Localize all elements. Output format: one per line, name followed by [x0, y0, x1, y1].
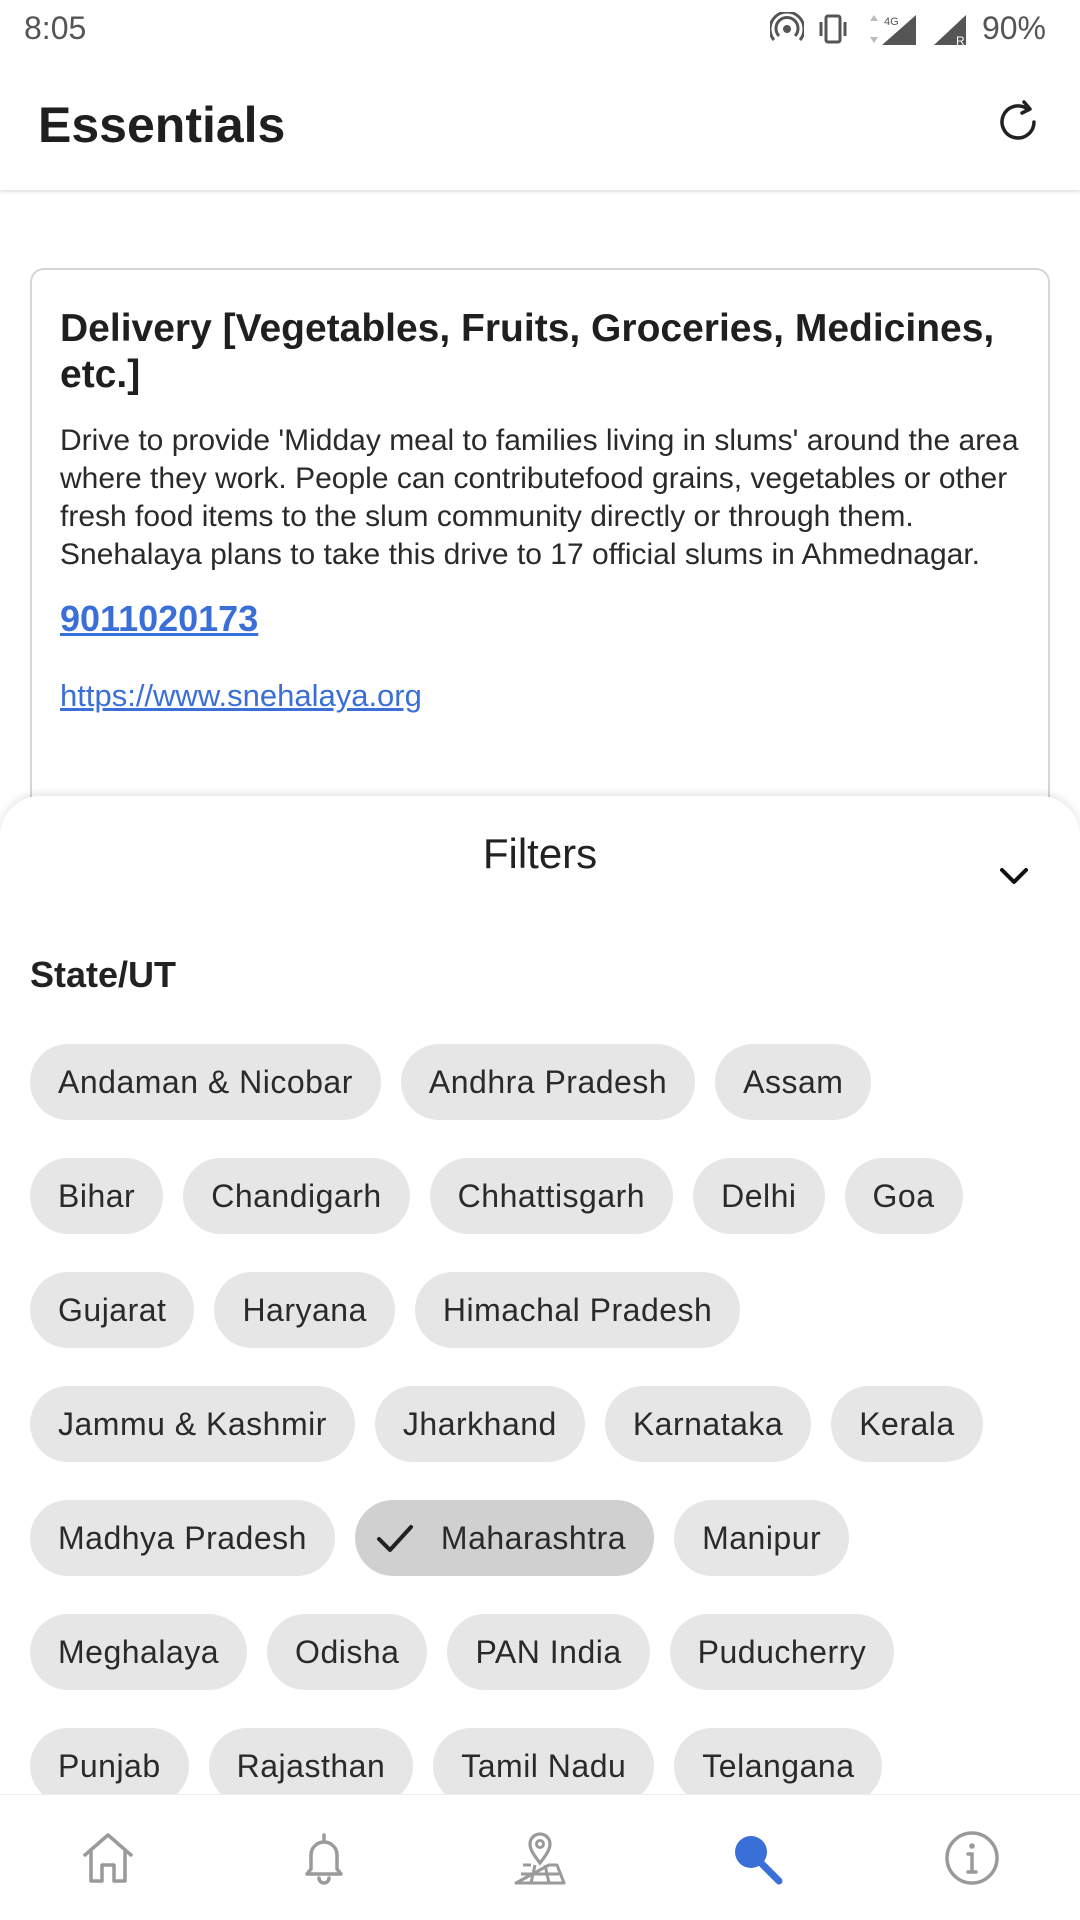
state-chip-label: Karnataka [632, 1405, 784, 1442]
state-chip-label: Odisha [295, 1633, 400, 1670]
state-chip-label: Madhya Pradesh [58, 1519, 307, 1556]
svg-text:R: R [956, 34, 965, 47]
signal-4g-icon: 4G [869, 14, 916, 45]
nav-home[interactable] [0, 1795, 216, 1920]
signal-roaming-icon: R [933, 14, 966, 47]
svg-text:4G: 4G [884, 16, 899, 28]
state-chip[interactable]: Assam [715, 1044, 872, 1120]
state-chip[interactable]: Kerala [831, 1386, 983, 1462]
state-chip-label: Andhra Pradesh [428, 1063, 668, 1100]
state-chip[interactable]: Bihar [30, 1158, 164, 1234]
bottom-nav [0, 1794, 1080, 1920]
chip-row: Bihar Chandigarh Chhattisgarh Delhi Goa [30, 1158, 1060, 1234]
vibrate-icon [819, 14, 847, 43]
state-chip-label: Telangana [702, 1747, 855, 1784]
status-time: 8:05 [24, 10, 87, 46]
state-chip[interactable]: Jharkhand [374, 1386, 585, 1462]
chip-row: Jammu & Kashmir Jharkhand Karnataka Kerala [30, 1386, 1060, 1462]
state-chip-label: Goa [872, 1177, 935, 1214]
home-icon [83, 1832, 133, 1883]
state-chip[interactable]: Punjab [30, 1728, 189, 1804]
state-chip[interactable]: Odisha [267, 1614, 428, 1690]
state-chip[interactable]: Haryana [214, 1272, 395, 1348]
bell-icon [305, 1832, 343, 1885]
state-chip-label: Delhi [721, 1177, 797, 1214]
chip-row: Madhya Pradesh Maharashtra Manipur [30, 1500, 1060, 1576]
state-chip[interactable]: PAN India [447, 1614, 650, 1690]
state-chip-label: Kerala [859, 1405, 955, 1442]
state-chip[interactable]: Andhra Pradesh [400, 1044, 696, 1120]
chevron-down-icon[interactable] [994, 856, 1034, 896]
website-link[interactable]: https://www.snehalaya.org [60, 678, 1020, 714]
state-chip-label: Punjab [58, 1747, 161, 1784]
state-chip[interactable]: Goa [844, 1158, 963, 1234]
hotspot-icon [769, 11, 804, 41]
status-bar: 8:05 4G R 90% [0, 0, 1080, 60]
state-chip-label: Chandigarh [211, 1177, 382, 1214]
state-chip-label: Jammu & Kashmir [58, 1405, 327, 1442]
state-chip-label: Chhattisgarh [457, 1177, 646, 1214]
battery-level: 90% [981, 10, 1046, 46]
map-icon [514, 1831, 566, 1884]
phone-link[interactable]: 9011020173 [60, 598, 1020, 640]
state-chip[interactable]: Puducherry [669, 1614, 895, 1690]
chip-row: Punjab Rajasthan Tamil Nadu Telangana [30, 1728, 1060, 1804]
filters-sheet: Filters State/UT Andaman & Nicobar Andhra… [0, 796, 1080, 1920]
check-icon [376, 1525, 413, 1552]
state-chip-label: Andaman & Nicobar [58, 1063, 353, 1100]
state-chip-label: Tamil Nadu [461, 1747, 627, 1784]
state-chip-label: Rajasthan [236, 1747, 386, 1784]
state-chip[interactable]: Maharashtra [354, 1500, 655, 1576]
card-title: Delivery [Vegetables, Fruits, Groceries,… [60, 307, 995, 396]
nav-search[interactable] [648, 1795, 864, 1920]
state-chip-label: Maharashtra [440, 1519, 627, 1556]
state-chip[interactable]: Manipur [674, 1500, 850, 1576]
nav-notifications[interactable] [216, 1795, 432, 1920]
nav-map[interactable] [432, 1795, 648, 1920]
chip-row: Gujarat Haryana Himachal Pradesh [30, 1272, 1060, 1348]
state-chip-label: Bihar [58, 1177, 136, 1214]
state-chip[interactable]: Andaman & Nicobar [30, 1044, 381, 1120]
state-chip-group: Andaman & Nicobar Andhra Pradesh Assam Biha… [30, 1044, 1060, 1842]
state-chip-label: Haryana [242, 1291, 367, 1328]
chip-row: Meghalaya Odisha PAN India Puducherry [30, 1614, 1060, 1690]
state-chip[interactable]: Meghalaya [30, 1614, 248, 1690]
status-icons: 4G R 90% [769, 10, 1046, 47]
page-title: Essentials [38, 97, 286, 153]
state-chip[interactable]: Jammu & Kashmir [30, 1386, 355, 1462]
card-description: Drive to provide 'Midday meal to familie… [60, 424, 1019, 571]
state-chip-label: Assam [743, 1063, 844, 1100]
refresh-icon[interactable] [994, 98, 1042, 146]
state-chip[interactable]: Tamil Nadu [433, 1728, 655, 1804]
nav-info[interactable] [864, 1795, 1080, 1920]
state-chip[interactable]: Telangana [674, 1728, 883, 1804]
filters-title: Filters [482, 830, 598, 877]
state-section-label: State/UT [30, 954, 177, 995]
state-chip[interactable]: Karnataka [604, 1386, 812, 1462]
state-chip[interactable]: Himachal Pradesh [414, 1272, 741, 1348]
search-icon [735, 1835, 783, 1884]
state-chip-label: Jharkhand [402, 1405, 557, 1442]
state-chip-label: Meghalaya [58, 1633, 220, 1670]
info-icon [945, 1830, 999, 1885]
essential-card: Delivery [Vegetables, Fruits, Groceries,… [30, 268, 1050, 868]
state-chip[interactable]: Gujarat [30, 1272, 195, 1348]
state-chip-label: Gujarat [58, 1291, 167, 1328]
state-chip[interactable]: Rajasthan [208, 1728, 414, 1804]
state-chip-label: PAN India [475, 1633, 622, 1670]
app-bar: Essentials [0, 60, 1080, 190]
state-chip[interactable]: Chandigarh [183, 1158, 410, 1234]
state-chip-label: Puducherry [697, 1633, 867, 1670]
state-chip[interactable]: Delhi [693, 1158, 825, 1234]
state-chip-label: Himachal Pradesh [442, 1291, 713, 1328]
chip-row: Andaman & Nicobar Andhra Pradesh Assam [30, 1044, 1060, 1120]
state-chip[interactable]: Madhya Pradesh [30, 1500, 335, 1576]
state-chip[interactable]: Chhattisgarh [429, 1158, 674, 1234]
state-chip-label: Manipur [702, 1519, 822, 1556]
